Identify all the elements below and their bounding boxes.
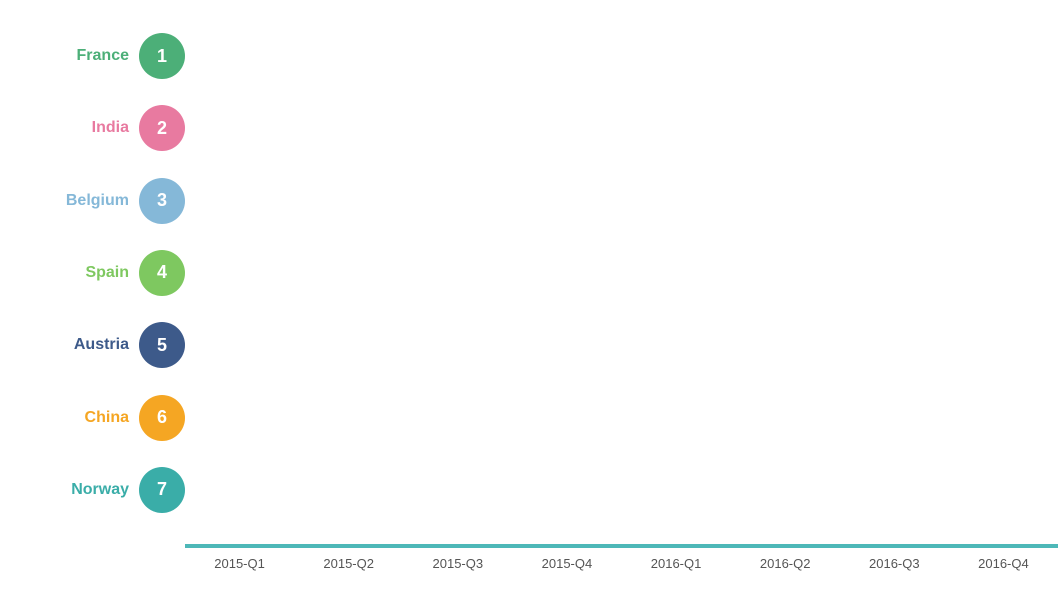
- x-tick-2016-Q2: 2016-Q2: [731, 556, 840, 571]
- country-label-spain: Spain: [85, 264, 129, 282]
- country-label-china: China: [85, 409, 129, 427]
- country-label-belgium: Belgium: [66, 192, 129, 210]
- country-label-norway: Norway: [71, 481, 129, 499]
- x-tick-2015-Q2: 2015-Q2: [294, 556, 403, 571]
- chart-container: France 1 India 2 Belgium 3 Spain 4 Austria 5 China…: [0, 0, 1058, 606]
- y-axis: France 1 India 2 Belgium 3 Spain 4 Austria 5 China…: [0, 0, 185, 546]
- axis-line: [185, 544, 1058, 546]
- x-tick-2016-Q1: 2016-Q1: [622, 556, 731, 571]
- y-axis-item-india: India 2: [0, 93, 185, 163]
- y-axis-item-belgium: Belgium 3: [0, 166, 185, 236]
- y-axis-item-spain: Spain 4: [0, 238, 185, 308]
- x-tick-2015-Q3: 2015-Q3: [403, 556, 512, 571]
- x-tick-2015-Q4: 2015-Q4: [512, 556, 621, 571]
- x-tick-2016-Q3: 2016-Q3: [840, 556, 949, 571]
- country-label-austria: Austria: [74, 336, 129, 354]
- x-tick-2015-Q1: 2015-Q1: [185, 556, 294, 571]
- y-axis-item-norway: Norway 7: [0, 455, 185, 525]
- y-axis-item-china: China 6: [0, 383, 185, 453]
- bubble-india: 2: [139, 105, 185, 151]
- y-axis-item-france: France 1: [0, 21, 185, 91]
- chart-main: France 1 India 2 Belgium 3 Spain 4 Austria 5 China…: [0, 0, 1058, 546]
- y-axis-item-austria: Austria 5: [0, 310, 185, 380]
- bubble-china: 6: [139, 395, 185, 441]
- bubble-france: 1: [139, 33, 185, 79]
- country-label-france: France: [77, 47, 129, 65]
- bubble-austria: 5: [139, 322, 185, 368]
- bubble-norway: 7: [139, 467, 185, 513]
- bubble-spain: 4: [139, 250, 185, 296]
- bubble-belgium: 3: [139, 178, 185, 224]
- x-axis: 2015-Q12015-Q22015-Q32015-Q42016-Q12016-…: [185, 546, 1058, 606]
- x-tick-2016-Q4: 2016-Q4: [949, 556, 1058, 571]
- country-label-india: India: [92, 119, 129, 137]
- plot-area: [185, 0, 1058, 546]
